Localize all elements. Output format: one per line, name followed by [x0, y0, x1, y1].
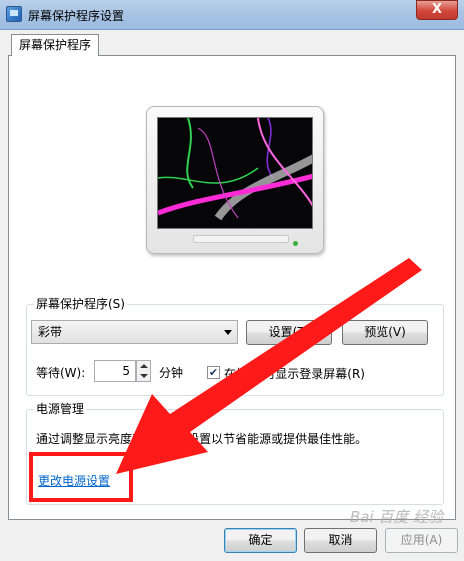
logon-on-resume-label: 在恢 时显示登录屏幕(R)	[224, 367, 365, 381]
power-description: 通过调整显示亮度和 电源设置以节省能源或提供最佳性能。	[36, 432, 368, 446]
apply-button[interactable]: 应用(A)	[385, 528, 458, 553]
close-button[interactable]: X	[416, 0, 458, 20]
monitor-preview	[146, 106, 324, 254]
ribbons-preview-image	[158, 118, 312, 221]
wait-label: 等待(W):	[36, 366, 86, 380]
preview-button[interactable]: 预览(V)	[342, 320, 428, 345]
screen-saver-select-value: 彩带	[38, 325, 63, 339]
chevron-down-icon	[224, 330, 232, 335]
stepper-down-icon[interactable]	[140, 374, 148, 378]
wait-minutes-stepper[interactable]	[136, 360, 151, 382]
wait-minutes-input[interactable]: 5	[94, 360, 136, 382]
settings-button[interactable]: 设置(T)	[246, 320, 332, 345]
cancel-button[interactable]: 取消	[304, 528, 377, 553]
power-management-group: 电源管理	[26, 402, 444, 505]
power-management-group-label: 电源管理	[34, 402, 87, 416]
ok-button[interactable]: 确定	[224, 528, 297, 553]
monitor-power-led	[293, 241, 298, 246]
screen-saver-group: 屏幕保护程序(S)	[26, 297, 444, 396]
title-bar: 屏幕保护程序设置 X	[0, 0, 464, 30]
preview-screen	[157, 117, 313, 229]
minutes-unit-label: 分钟	[159, 366, 184, 380]
change-power-settings-link[interactable]: 更改电源设置	[38, 472, 110, 489]
monitor-base	[193, 235, 289, 243]
watermark: Bai 百度 经验	[350, 508, 444, 526]
stepper-up-icon[interactable]	[140, 364, 148, 368]
screen-saver-group-label: 屏幕保护程序(S)	[34, 297, 127, 311]
screen-saver-select[interactable]: 彩带	[31, 320, 238, 344]
window-title: 屏幕保护程序设置	[28, 9, 125, 23]
tab-screen-saver[interactable]: 屏幕保护程序	[11, 34, 100, 56]
screen-saver-app-icon	[6, 6, 22, 22]
logon-on-resume-checkbox[interactable]: ✔	[207, 366, 220, 379]
